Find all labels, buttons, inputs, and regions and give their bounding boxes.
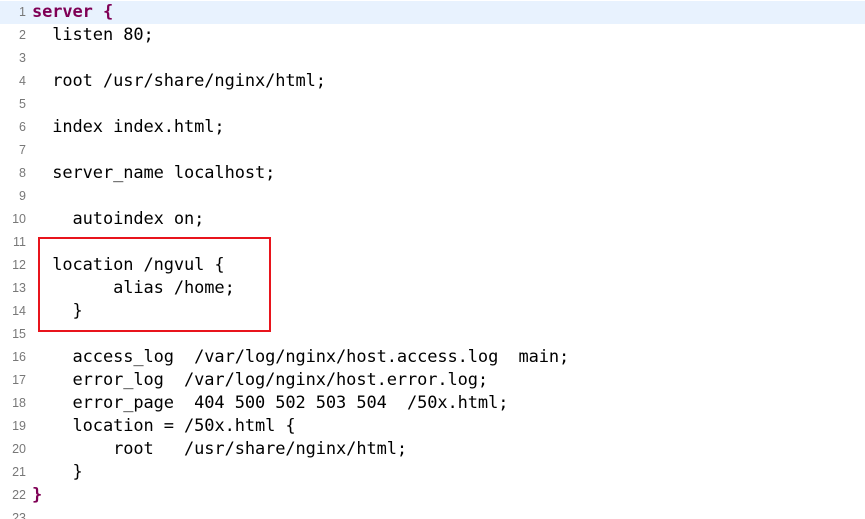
line-number: 13 xyxy=(12,281,26,295)
code-line[interactable]: 8 server_name localhost; xyxy=(0,162,865,185)
line-number: 10 xyxy=(12,212,26,226)
code-line[interactable]: 22} xyxy=(0,484,865,507)
code-text: alias /home; xyxy=(29,277,235,300)
line-number: 18 xyxy=(12,396,26,410)
keyword-token: { xyxy=(92,2,114,22)
code-text: listen 80; xyxy=(29,24,154,47)
line-number: 5 xyxy=(19,97,26,111)
line-number: 6 xyxy=(19,120,26,134)
keyword-token: } xyxy=(32,485,43,505)
code-line[interactable]: 23 xyxy=(0,507,865,519)
code-token: alias /home; xyxy=(32,278,235,298)
code-editor[interactable]: 1 server {2 listen 80; 3 4 root /usr/share/… xyxy=(0,0,865,519)
code-token: error_page 404 500 502 503 504 /50x.html… xyxy=(32,393,509,413)
code-line[interactable]: 4 root /usr/share/nginx/html; xyxy=(0,70,865,93)
line-number: 20 xyxy=(12,442,26,456)
keyword-token: server xyxy=(32,2,93,22)
code-text: root /usr/share/nginx/html; xyxy=(29,438,407,461)
code-text: server { xyxy=(29,1,113,24)
code-line[interactable]: 7 xyxy=(0,139,865,162)
code-line[interactable]: 2 listen 80; xyxy=(0,24,865,47)
line-number: 4 xyxy=(19,74,26,88)
code-line[interactable]: 3 xyxy=(0,47,865,70)
line-number: 11 xyxy=(13,235,26,249)
line-number: 1 xyxy=(19,5,26,19)
code-line[interactable]: 17 error_log /var/log/nginx/host.error.l… xyxy=(0,369,865,392)
code-line[interactable]: 10 autoindex on; xyxy=(0,208,865,231)
code-token: } xyxy=(32,301,83,321)
code-token: autoindex on; xyxy=(32,209,205,229)
code-text: root /usr/share/nginx/html; xyxy=(29,70,326,93)
code-text: error_page 404 500 502 503 504 /50x.html… xyxy=(29,392,509,415)
code-line[interactable]: 14 } xyxy=(0,300,865,323)
line-number: 15 xyxy=(12,327,26,341)
code-text: } xyxy=(29,484,42,507)
code-token: root /usr/share/nginx/html; xyxy=(32,71,326,91)
code-line[interactable]: 13 alias /home; xyxy=(0,277,865,300)
code-text: } xyxy=(29,461,83,484)
code-line[interactable]: 18 error_page 404 500 502 503 504 /50x.h… xyxy=(0,392,865,415)
line-number: 9 xyxy=(19,189,26,203)
code-line[interactable]: 15 xyxy=(0,323,865,346)
line-number: 3 xyxy=(19,51,26,65)
code-token: } xyxy=(32,462,83,482)
line-number: 19 xyxy=(12,419,26,433)
code-line[interactable]: 5 xyxy=(0,93,865,116)
line-number: 23 xyxy=(12,511,26,519)
code-text: error_log /var/log/nginx/host.error.log; xyxy=(29,369,489,392)
code-text: location = /50x.html { xyxy=(29,415,296,438)
code-text: index index.html; xyxy=(29,116,225,139)
code-line[interactable]: 1 server { xyxy=(0,1,865,24)
code-line[interactable]: 11 xyxy=(0,231,865,254)
line-number: 12 xyxy=(12,258,26,272)
code-token: /50x.html { xyxy=(173,416,296,436)
code-line[interactable]: 12 location /ngvul { xyxy=(0,254,865,277)
line-number: 2 xyxy=(19,28,26,42)
code-line[interactable]: 19 location = /50x.html { xyxy=(0,415,865,438)
code-text: location /ngvul { xyxy=(29,254,225,277)
code-text: autoindex on; xyxy=(29,208,205,231)
code-line[interactable]: 6 index index.html; xyxy=(0,116,865,139)
code-line[interactable]: 16 access_log /var/log/nginx/host.access… xyxy=(0,346,865,369)
code-text: server_name localhost; xyxy=(29,162,275,185)
code-line[interactable]: 20 root /usr/share/nginx/html; xyxy=(0,438,865,461)
line-number: 17 xyxy=(12,373,26,387)
code-token: error_log /var/log/nginx/host.error.log; xyxy=(32,370,489,390)
code-token: location /ngvul { xyxy=(32,255,225,275)
code-token: access_log /var/log/nginx/host.access.lo… xyxy=(32,347,570,367)
code-text: access_log /var/log/nginx/host.access.lo… xyxy=(29,346,570,369)
code-token: listen 80; xyxy=(32,25,154,45)
code-token: = xyxy=(163,416,174,436)
line-number: 21 xyxy=(12,465,26,479)
line-number: 8 xyxy=(19,166,26,180)
code-token: server_name localhost; xyxy=(32,163,276,183)
line-number: 16 xyxy=(12,350,26,364)
line-number: 14 xyxy=(12,304,26,318)
code-line[interactable]: 9 xyxy=(0,185,865,208)
code-token: index index.html; xyxy=(32,117,225,137)
code-token: location xyxy=(32,416,164,436)
code-text: } xyxy=(29,300,83,323)
line-number: 22 xyxy=(12,488,26,502)
code-line[interactable]: 21 } xyxy=(0,461,865,484)
code-token: root /usr/share/nginx/html; xyxy=(32,439,407,459)
line-number: 7 xyxy=(19,143,26,157)
